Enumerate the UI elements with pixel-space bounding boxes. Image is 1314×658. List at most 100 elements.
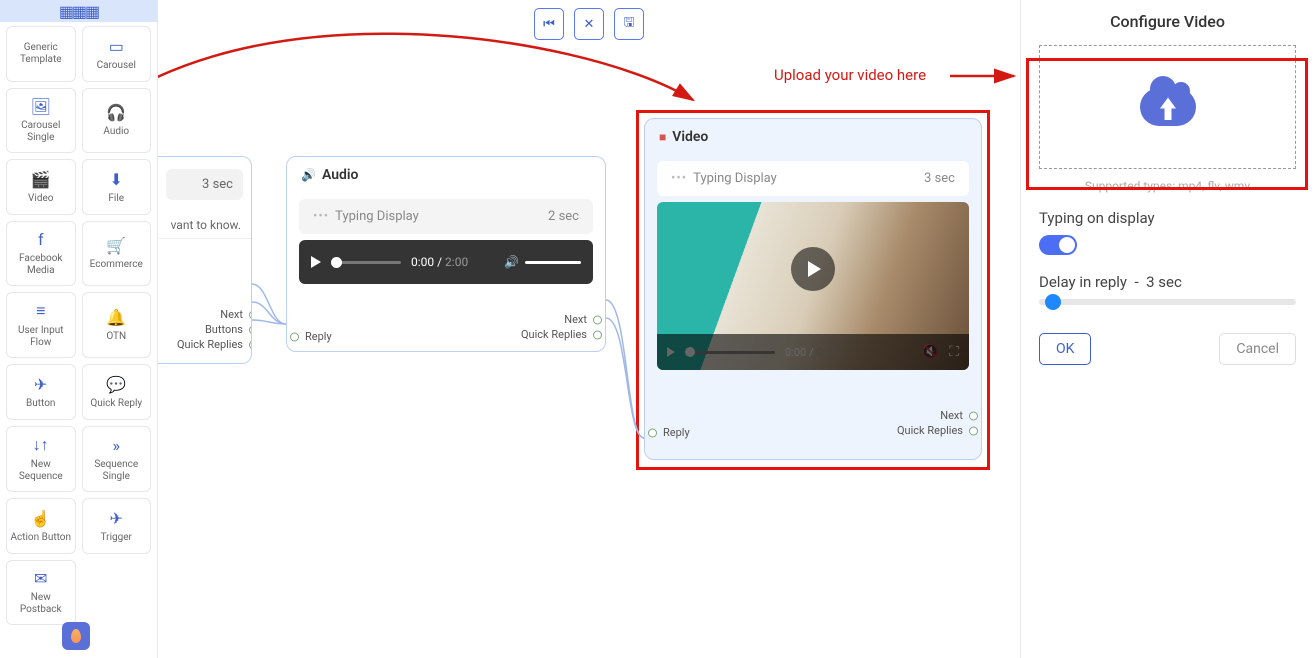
video-time: 0:00 / 0:21 [785,346,837,359]
palette-grid: Generic Template ▭ Carousel 🖼Carousel Sin… [0,22,157,629]
flow-canvas[interactable]: ⏮ ✕ 🖫 3 sec vant to know. Next Buttons Q… [158,0,1020,658]
palette-label: Facebook Media [9,253,73,277]
palette-item-new-sequence[interactable]: ↓↑New Sequence [6,426,76,492]
play-icon[interactable] [667,347,675,357]
port-reply[interactable]: Reply [291,330,332,343]
port-label: Quick Replies [177,338,243,351]
facebook-icon: f [38,230,44,249]
palette-item-carousel[interactable]: ▭ Carousel [82,26,152,82]
typing-toggle[interactable] [1039,235,1077,255]
play-icon[interactable] [311,256,321,268]
palette-label: New Postback [9,592,73,616]
audio-scrubber[interactable] [331,261,401,264]
fit-button[interactable]: ✕ [574,8,604,40]
cancel-button[interactable]: Cancel [1219,333,1296,365]
bell-icon: 🔔 [106,308,126,327]
palette-item-user-input-flow[interactable]: ≡User Input Flow [6,292,76,358]
typing-delay: 3 sec [924,171,955,186]
palette-item-trigger[interactable]: ✈Trigger [82,498,152,554]
typing-delay-badge: 3 sec [166,169,243,200]
port-next[interactable]: Next [521,313,601,326]
video-scrubber[interactable] [685,351,775,354]
palette-header[interactable]: ▦▦▦ [0,0,157,22]
typing-display-row[interactable]: •••Typing Display 2 sec [299,199,593,234]
palette-item-audio[interactable]: 🎧 Audio [82,88,152,153]
cart-icon: 🛒 [106,236,126,255]
save-button[interactable]: 🖫 [614,8,644,40]
carousel-icon: ▭ [109,37,124,56]
audio-player[interactable]: 0:00 / 2:00 🔊 [299,240,593,284]
video-camera-icon: ■ [659,130,666,144]
back-button[interactable]: ⏮ [534,8,564,40]
palette-item-facebook-media[interactable]: f Facebook Media [6,221,76,286]
flow-icon: ≡ [36,301,45,321]
sequence-icon: ↓↑ [33,435,49,455]
node-header: ■ Video [645,119,981,155]
play-overlay[interactable] [791,247,835,291]
palette-item-otn[interactable]: 🔔OTN [82,292,152,358]
text-content: vant to know. [158,212,251,239]
typing-toggle-label: Typing on display [1039,209,1296,227]
pointer-icon: ☝ [31,509,51,528]
port-next[interactable]: Next [897,409,977,422]
palette-label: File [108,193,124,205]
mail-icon: ✉ [34,569,47,588]
brand-logo [62,622,90,650]
plane-icon: ✈ [110,509,123,528]
palette-item-file[interactable]: ⬇File [82,159,152,215]
port-label: Next [220,308,243,321]
node-title: Audio [322,167,359,183]
typing-label: Typing Display [693,171,777,186]
palette-label: Ecommerce [90,259,143,271]
palette-item-action-button[interactable]: ☝Action Button [6,498,76,554]
port-quick-replies[interactable]: Quick Replies [521,328,601,341]
video-controls: 0:00 / 0:21 🔇 ⛶ [657,334,969,370]
typing-label: Typing Display [335,209,419,224]
video-preview[interactable]: 0:00 / 0:21 🔇 ⛶ [657,202,969,370]
audio-icon: 🎧 [106,103,126,122]
forward-icon: » [113,436,121,455]
port-next[interactable]: Next [177,308,252,321]
typing-delay: 2 sec [548,209,579,224]
palette-item-ecommerce[interactable]: 🛒 Ecommerce [82,221,152,286]
ok-button[interactable]: OK [1039,333,1091,365]
palette-item-quick-reply[interactable]: 💬Quick Reply [82,364,152,420]
palette-label: Button [26,398,55,410]
palette-label: Carousel [97,60,136,72]
volume-control[interactable]: 🔊 [504,255,581,269]
canvas-toolbar: ⏮ ✕ 🖫 [534,8,644,40]
port-label: Next [564,313,587,326]
palette-item-generic-template[interactable]: Generic Template [6,26,76,82]
palette-label: Audio [103,126,129,138]
delay-slider[interactable] [1039,299,1296,305]
upload-dropzone[interactable] [1039,45,1296,169]
save-icon: 🖫 [623,13,634,35]
fullscreen-icon[interactable]: ⛶ [949,344,959,360]
palette-label: Video [28,193,53,205]
panel-actions: OK Cancel [1039,333,1296,365]
port-quick-replies[interactable]: Quick Replies [897,424,977,437]
port-label: Buttons [205,323,243,336]
port-label: Quick Replies [897,424,963,437]
palette-item-carousel-single[interactable]: 🖼Carousel Single [6,88,76,153]
port-reply[interactable]: Reply [649,426,690,439]
volume-icon: 🔊 [301,168,316,182]
text-node-partial[interactable]: 3 sec vant to know. Next Buttons Quick R… [158,156,252,364]
palette-item-sequence-single[interactable]: »Sequence Single [82,426,152,492]
port-quick-replies[interactable]: Quick Replies [177,338,252,351]
rewind-icon: ⏮ [543,17,555,32]
supported-types: Supported types: mp4, flv, wmv [1039,179,1296,193]
palette-item-video[interactable]: 🎬Video [6,159,76,215]
mute-icon[interactable]: 🔇 [922,344,939,360]
configure-video-panel: Configure Video Supported types: mp4, fl… [1020,0,1314,658]
typing-display-row[interactable]: •••Typing Display 3 sec [657,161,969,196]
chat-icon: 💬 [106,375,126,394]
palette-item-new-postback[interactable]: ✉ New Postback [6,560,76,625]
palette-item-button[interactable]: ✈Button [6,364,76,420]
port-label: Reply [305,330,332,343]
audio-node[interactable]: 🔊 Audio •••Typing Display 2 sec 0:00 / 2… [286,156,606,352]
port-buttons[interactable]: Buttons [177,323,252,336]
node-title: Video [672,129,708,145]
image-icon: 🖼 [31,97,51,116]
video-node[interactable]: ■ Video •••Typing Display 3 sec 0:00 / 0… [644,118,982,460]
